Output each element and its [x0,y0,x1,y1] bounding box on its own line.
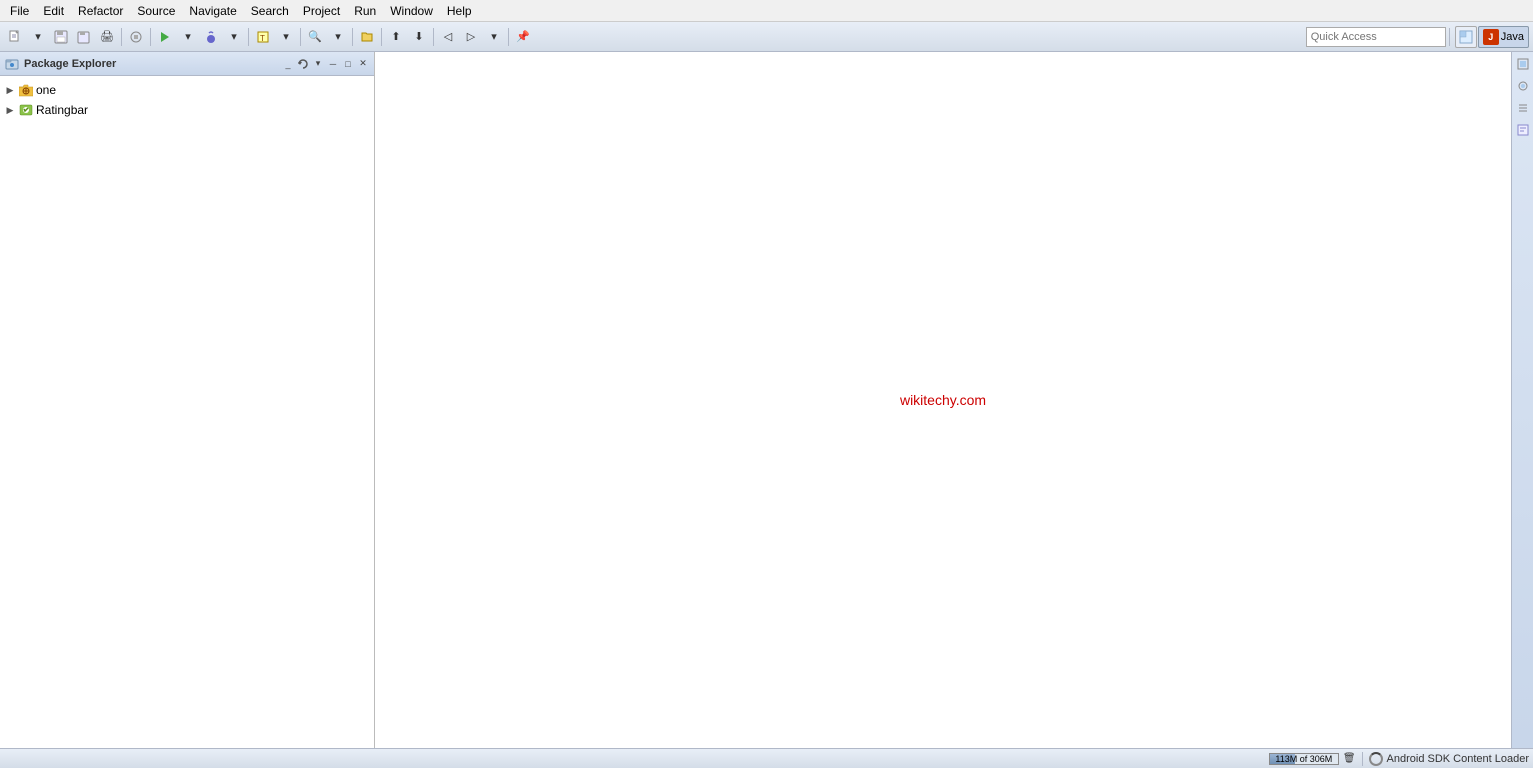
open-type-button[interactable]: T [252,26,274,48]
sep9 [1449,28,1450,46]
sep6 [381,28,382,46]
run-button[interactable] [154,26,176,48]
expand-arrow-one[interactable]: ▶ [4,84,16,96]
package-explorer-icon [4,56,20,72]
tree-item-ratingbar[interactable]: ▶ Ratingbar [0,100,374,120]
editor-area: wikitechy.com [375,52,1511,748]
right-sidebar [1511,52,1533,748]
svg-text:T: T [260,34,265,43]
loader-icon [1369,752,1383,766]
tree-item-one[interactable]: ▶ one [0,80,374,100]
menu-edit[interactable]: Edit [37,2,70,20]
memory-text: 113M of 306M [1270,754,1338,764]
properties-button[interactable] [125,26,147,48]
minimize-panel-button[interactable]: _ [281,57,295,71]
tree-label-ratingbar: Ratingbar [36,103,88,117]
project-icon-one [18,82,34,98]
package-explorer-title: Package Explorer [24,58,277,70]
toolbar: ▾ 🖨 ▾ ▾ [0,22,1533,52]
sidebar-btn-4[interactable] [1513,120,1533,140]
pin-button[interactable]: 📌 [512,26,534,48]
open-type-dropdown[interactable]: ▾ [275,26,297,48]
main-area: Package Explorer _ ▾ ─ □ ✕ ▶ [0,52,1533,748]
expand-arrow-ratingbar[interactable]: ▶ [4,104,16,116]
sep4 [300,28,301,46]
print-button[interactable]: 🖨 [96,26,118,48]
quick-access-input[interactable] [1306,27,1446,47]
search-button[interactable]: 🔍 [304,26,326,48]
next-annotation-button[interactable]: ⬇ [408,26,430,48]
menu-search[interactable]: Search [245,2,295,20]
save-all-button[interactable] [73,26,95,48]
new-dropdown[interactable]: ▾ [27,26,49,48]
sep3 [248,28,249,46]
loader-text: Android SDK Content Loader [1387,753,1529,765]
sep8 [508,28,509,46]
minimize-button[interactable]: ─ [326,57,340,71]
forward-button[interactable]: ▷ [460,26,482,48]
menu-project[interactable]: Project [297,2,346,20]
sidebar-btn-2[interactable] [1513,76,1533,96]
sep2 [150,28,151,46]
menu-run[interactable]: Run [348,2,382,20]
status-sep [1362,752,1363,766]
memory-indicator: 113M of 306M 🗑 [1269,753,1356,765]
menu-navigate[interactable]: Navigate [183,2,242,20]
content-loader-status: Android SDK Content Loader [1369,752,1529,766]
debug-button[interactable] [200,26,222,48]
open-file-button[interactable] [356,26,378,48]
prev-annotation-button[interactable]: ⬆ [385,26,407,48]
package-explorer-panel: Package Explorer _ ▾ ─ □ ✕ ▶ [0,52,375,748]
sync-button[interactable] [296,57,310,71]
menu-window[interactable]: Window [384,2,439,20]
statusbar: 113M of 306M 🗑 Android SDK Content Loade… [0,748,1533,768]
menubar: File Edit Refactor Source Navigate Searc… [0,0,1533,22]
package-explorer-content: ▶ one ▶ [0,76,374,748]
debug-dropdown[interactable]: ▾ [223,26,245,48]
panel-explorer-header: Package Explorer _ ▾ ─ □ ✕ [0,52,374,76]
java-perspective-button[interactable]: J Java [1478,26,1529,48]
menu-source[interactable]: Source [131,2,181,20]
view-menu-button[interactable]: ▾ [311,57,325,71]
open-perspective-button[interactable] [1455,26,1477,48]
memory-bar[interactable]: 113M of 306M [1269,753,1339,765]
sidebar-btn-3[interactable] [1513,98,1533,118]
panel-controls: _ ▾ ─ □ ✕ [281,57,370,71]
project-icon-ratingbar [18,102,34,118]
menu-refactor[interactable]: Refactor [72,2,129,20]
sep7 [433,28,434,46]
new-button[interactable] [4,26,26,48]
sep5 [352,28,353,46]
maximize-button[interactable]: □ [341,57,355,71]
gc-icon[interactable]: 🗑 [1343,753,1356,764]
watermark-text: wikitechy.com [900,392,986,408]
sidebar-btn-1[interactable] [1513,54,1533,74]
search-dropdown[interactable]: ▾ [327,26,349,48]
back-button[interactable]: ◁ [437,26,459,48]
java-icon: J [1483,29,1499,45]
close-panel-button[interactable]: ✕ [356,57,370,71]
run-dropdown[interactable]: ▾ [177,26,199,48]
java-perspective-label: Java [1501,31,1524,43]
menu-help[interactable]: Help [441,2,478,20]
sep1 [121,28,122,46]
menu-file[interactable]: File [4,2,35,20]
nav-dropdown[interactable]: ▾ [483,26,505,48]
save-button[interactable] [50,26,72,48]
tree-label-one: one [36,83,56,97]
